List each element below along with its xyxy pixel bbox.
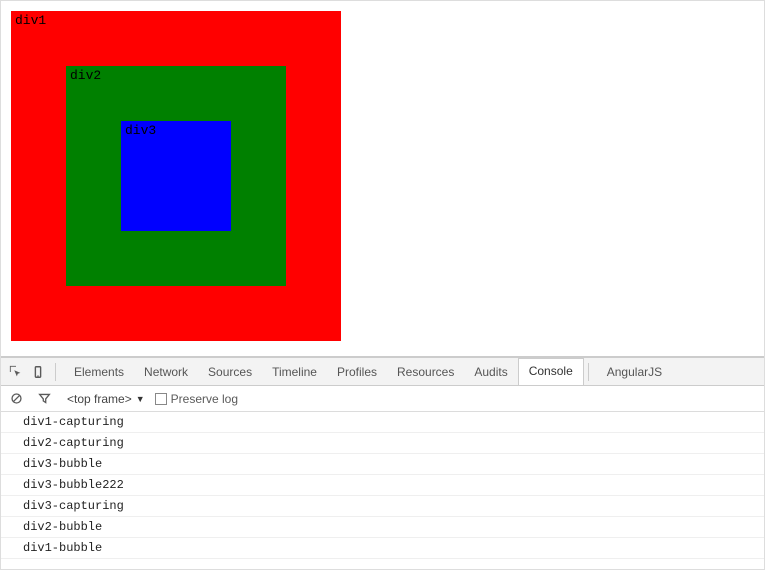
tab-profiles[interactable]: Profiles bbox=[327, 359, 387, 385]
div3-box[interactable]: div3 bbox=[121, 121, 231, 231]
page-content: div1 div2 div3 bbox=[1, 1, 764, 356]
console-row: div1-bubble bbox=[1, 538, 764, 559]
div3-label: div3 bbox=[125, 123, 156, 138]
preserve-log-checkbox[interactable]: Preserve log bbox=[155, 392, 238, 406]
devtools-panel: Elements Network Sources Timeline Profil… bbox=[1, 356, 764, 569]
console-toolbar: <top frame> ▼ Preserve log bbox=[1, 386, 764, 412]
clear-console-icon[interactable] bbox=[7, 390, 25, 408]
tab-separator-2 bbox=[588, 363, 589, 381]
console-row: div3-bubble222 bbox=[1, 475, 764, 496]
device-toggle-icon[interactable] bbox=[29, 363, 47, 381]
filter-icon[interactable] bbox=[35, 390, 53, 408]
console-row: div2-bubble bbox=[1, 517, 764, 538]
console-row: div3-capturing bbox=[1, 496, 764, 517]
tab-audits[interactable]: Audits bbox=[464, 359, 517, 385]
frame-selector[interactable]: <top frame> ▼ bbox=[63, 392, 149, 406]
console-row: div3-bubble bbox=[1, 454, 764, 475]
console-row: div2-capturing bbox=[1, 433, 764, 454]
chevron-down-icon: ▼ bbox=[136, 394, 145, 404]
tab-network[interactable]: Network bbox=[134, 359, 198, 385]
div1-label: div1 bbox=[15, 13, 46, 28]
devtools-tabbar: Elements Network Sources Timeline Profil… bbox=[1, 358, 764, 386]
tab-resources[interactable]: Resources bbox=[387, 359, 464, 385]
div1-box[interactable]: div1 div2 div3 bbox=[11, 11, 341, 341]
tab-sources[interactable]: Sources bbox=[198, 359, 262, 385]
tab-console[interactable]: Console bbox=[518, 358, 584, 385]
tab-timeline[interactable]: Timeline bbox=[262, 359, 327, 385]
browser-devtools-screenshot: div1 div2 div3 Elements Network Sources … bbox=[0, 0, 765, 570]
preserve-log-label: Preserve log bbox=[171, 392, 238, 406]
console-log: div1-capturing div2-capturing div3-bubbl… bbox=[1, 412, 764, 569]
checkbox-box bbox=[155, 393, 167, 405]
div2-box[interactable]: div2 div3 bbox=[66, 66, 286, 286]
div2-label: div2 bbox=[70, 68, 101, 83]
tab-separator bbox=[55, 363, 56, 381]
console-row: div1-capturing bbox=[1, 412, 764, 433]
tab-elements[interactable]: Elements bbox=[64, 359, 134, 385]
tab-angularjs[interactable]: AngularJS bbox=[597, 359, 672, 385]
inspect-icon[interactable] bbox=[7, 363, 25, 381]
frame-selector-label: <top frame> bbox=[67, 392, 132, 406]
